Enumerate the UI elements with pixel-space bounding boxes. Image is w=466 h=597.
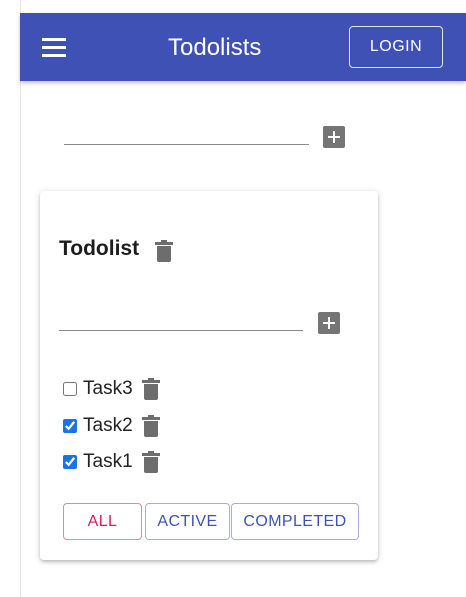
add-todolist-form bbox=[64, 122, 354, 152]
menu-icon-bar bbox=[42, 53, 66, 57]
task-checkbox[interactable] bbox=[63, 382, 77, 396]
delete-task-icon[interactable] bbox=[141, 378, 160, 400]
add-task-form bbox=[59, 311, 349, 341]
add-task-icon[interactable] bbox=[318, 312, 340, 334]
new-todolist-input[interactable] bbox=[64, 122, 309, 145]
filter-all-button[interactable]: ALL bbox=[63, 503, 142, 540]
task-item: Task1 bbox=[63, 451, 160, 473]
todolist-title: Todolist bbox=[59, 237, 140, 260]
task-item: Task3 bbox=[63, 378, 160, 400]
task-label: Task1 bbox=[83, 451, 133, 472]
filter-active-button[interactable]: ACTIVE bbox=[145, 503, 230, 540]
task-checkbox[interactable] bbox=[63, 455, 77, 469]
task-label: Task3 bbox=[83, 378, 133, 399]
delete-task-icon[interactable] bbox=[141, 451, 160, 473]
menu-icon-bar bbox=[42, 37, 66, 41]
task-label: Task2 bbox=[83, 415, 133, 436]
app-title: Todolists bbox=[168, 34, 262, 61]
app-bar: Todolists LOGIN bbox=[20, 13, 466, 81]
delete-todolist-icon[interactable] bbox=[155, 240, 173, 262]
task-checkbox[interactable] bbox=[63, 419, 77, 433]
todolist-card: Todolist Task3 Task2 Task1 ALL ACTIVE CO… bbox=[40, 191, 378, 560]
filter-completed-button[interactable]: COMPLETED bbox=[231, 503, 359, 540]
login-button[interactable]: LOGIN bbox=[349, 26, 443, 68]
add-todolist-icon[interactable] bbox=[323, 126, 345, 148]
delete-task-icon[interactable] bbox=[141, 415, 160, 437]
menu-icon[interactable] bbox=[38, 33, 70, 61]
page-left-edge bbox=[0, 0, 21, 597]
task-item: Task2 bbox=[63, 415, 160, 437]
menu-icon-bar bbox=[42, 45, 66, 49]
new-task-input[interactable] bbox=[59, 311, 303, 331]
